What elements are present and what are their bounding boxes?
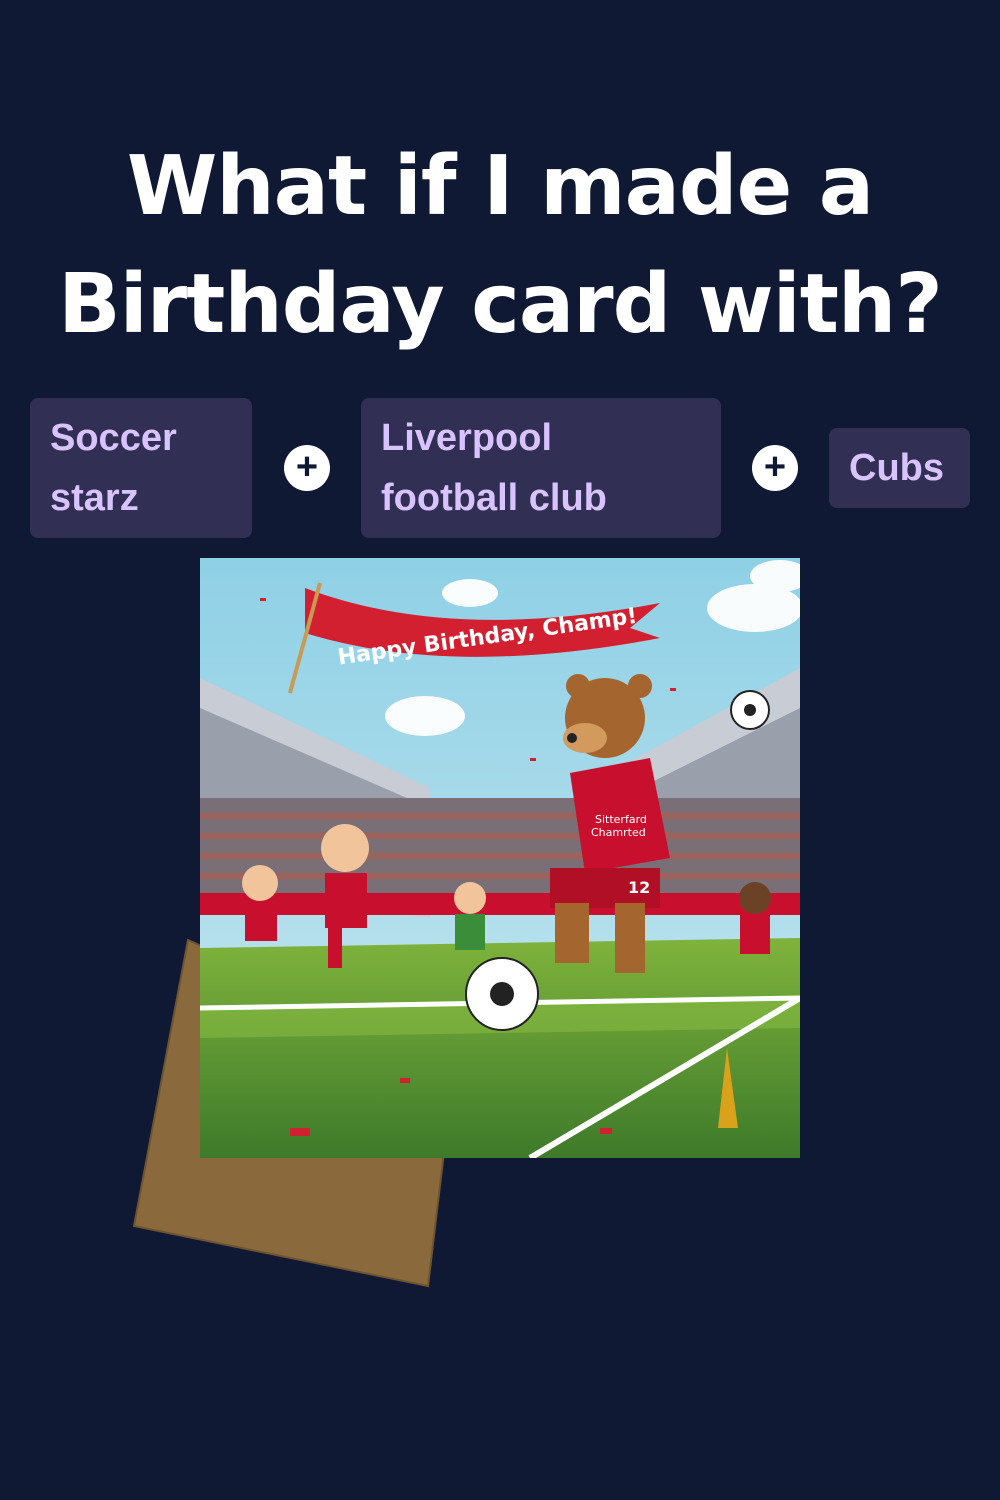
jersey-number: 12 <box>628 878 650 897</box>
jersey-sponsor-line-2: Chamrted <box>591 826 646 839</box>
jersey-sponsor-line-1: Sitterfard <box>595 813 647 826</box>
birthday-card-image: Happy Birthday, Champ! Sitterfard Chamrt… <box>200 558 800 1158</box>
